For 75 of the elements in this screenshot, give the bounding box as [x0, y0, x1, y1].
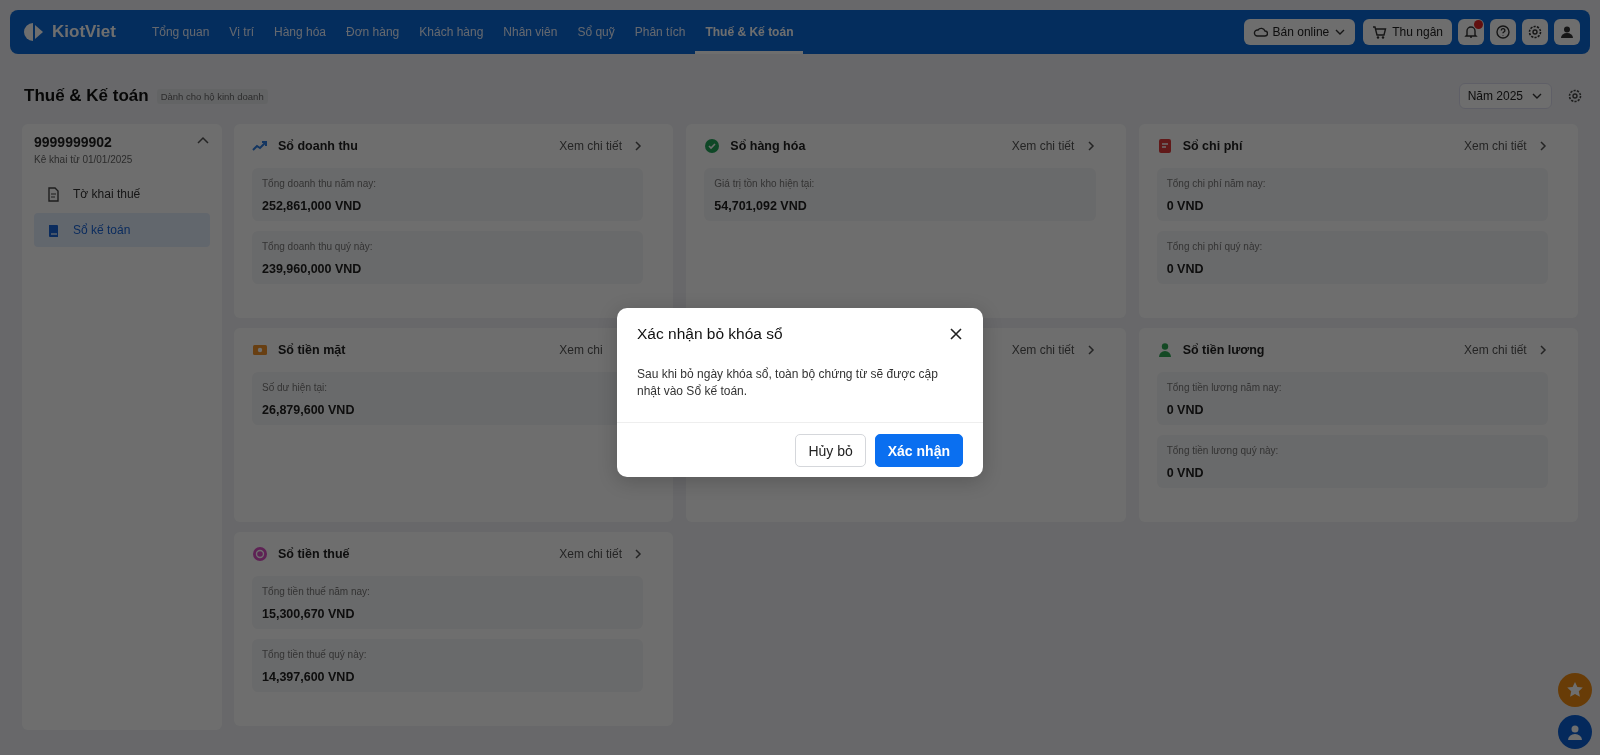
- dialog-message: Sau khi bỏ ngày khóa sổ, toàn bộ chứng từ sẽ được cập nhật vào Sổ kế toán.: [636, 366, 939, 400]
- tax-code: 9999999902: [34, 134, 113, 150]
- stat-value: 14,397,600 VND: [262, 670, 356, 684]
- coin-icon: [252, 546, 268, 562]
- nav-tab[interactable]: Hàng hóa: [264, 10, 337, 54]
- nav-tab[interactable]: Nhân viên: [493, 10, 568, 54]
- cashier-button[interactable]: Thu ngân: [1363, 19, 1452, 45]
- sell-online-button[interactable]: Bán online: [1243, 19, 1356, 45]
- check-circle-icon: [704, 138, 721, 154]
- chevron-right-icon: [1538, 140, 1548, 152]
- card-title: Sổ hàng hóa: [730, 139, 806, 153]
- view-details-link[interactable]: Xem chi tiết: [1011, 343, 1096, 357]
- cash-icon: [252, 342, 268, 358]
- favorite-button[interactable]: [1558, 673, 1592, 707]
- nav-tab[interactable]: Tổng quan: [141, 10, 220, 54]
- cart-icon: [1372, 25, 1388, 39]
- settings-button[interactable]: [1522, 19, 1548, 45]
- view-details-link[interactable]: Xem chi tiết: [1464, 343, 1548, 357]
- page-title: Thuế & Kế toán: [24, 86, 149, 106]
- star-icon: [1566, 681, 1584, 699]
- nav-tab[interactable]: Vị trí: [219, 10, 264, 54]
- chevron-right-icon: [633, 140, 644, 152]
- user-icon: [1559, 24, 1575, 40]
- year-select[interactable]: Năm 2025: [1458, 83, 1552, 109]
- app-logo[interactable]: KiotViet: [52, 22, 116, 42]
- period-text: Kê khai từ 01/01/2025: [34, 154, 134, 165]
- card-title: Sổ chi phí: [1182, 139, 1243, 153]
- chevron-right-icon: [633, 548, 644, 560]
- settings-icon: [1567, 88, 1583, 104]
- nav-tab[interactable]: Đơn hàng: [336, 10, 410, 54]
- card-title: Sổ tiền lương: [1182, 343, 1265, 357]
- close-button[interactable]: [949, 327, 963, 341]
- receipt-icon: [1156, 138, 1173, 154]
- cancel-button[interactable]: Hủy bỏ: [795, 434, 866, 467]
- nav-tab[interactable]: Thuế & Kế toán: [695, 10, 804, 54]
- chevron-right-icon: [1085, 140, 1096, 152]
- document-icon: [46, 186, 61, 202]
- bell-icon: [1463, 24, 1479, 40]
- card-title: Sổ tiền mặt: [278, 343, 346, 357]
- help-icon: [1495, 24, 1511, 40]
- view-details-link[interactable]: Xem chi tiết: [559, 139, 644, 153]
- stat-value: 0 VND: [1166, 262, 1205, 276]
- settings-icon: [1527, 24, 1543, 40]
- person-icon: [1156, 342, 1173, 358]
- stat-value: 54,701,092 VND: [714, 199, 808, 213]
- stat-value: 0 VND: [1166, 403, 1205, 417]
- chevron-right-icon: [1538, 344, 1548, 356]
- chevron-right-icon: [1085, 344, 1096, 356]
- close-icon: [949, 327, 963, 341]
- confirm-button[interactable]: Xác nhận: [874, 434, 963, 467]
- card-title: Sổ doanh thu: [278, 139, 358, 153]
- view-details-link[interactable]: Xem chi tiết: [559, 547, 644, 561]
- view-details-link[interactable]: Xem chi tiết: [1011, 139, 1096, 153]
- stat-value: 0 VND: [1166, 466, 1205, 480]
- nav-tab[interactable]: Khách hàng: [409, 10, 494, 54]
- sidebar-item[interactable]: Sổ kế toán: [34, 213, 210, 247]
- stat-value: 26,879,600 VND: [262, 403, 356, 417]
- help-button[interactable]: [1490, 19, 1516, 45]
- card-title: Sổ tiền thuế: [278, 547, 350, 561]
- bell-button[interactable]: [1458, 19, 1484, 45]
- nav-tab[interactable]: Phân tích: [624, 10, 696, 54]
- stat-value: 15,300,670 VND: [262, 607, 356, 621]
- stat-value: 239,960,000 VND: [262, 262, 363, 276]
- support-button[interactable]: [1558, 715, 1592, 749]
- stat-value: 0 VND: [1166, 199, 1205, 213]
- notification-badge: [1474, 20, 1483, 29]
- nav-tab[interactable]: Sổ quỹ: [567, 10, 625, 54]
- user-button[interactable]: [1554, 19, 1580, 45]
- stat-value: 252,861,000 VND: [262, 199, 363, 213]
- cloud-icon: [1252, 25, 1268, 39]
- sidebar-item[interactable]: Tờ khai thuế: [34, 177, 210, 211]
- person-icon: [1566, 723, 1584, 741]
- book-icon: [46, 222, 61, 238]
- dialog-title: Xác nhận bỏ khóa sổ: [637, 325, 784, 343]
- view-details-link[interactable]: Xem chi tiết: [1464, 139, 1548, 153]
